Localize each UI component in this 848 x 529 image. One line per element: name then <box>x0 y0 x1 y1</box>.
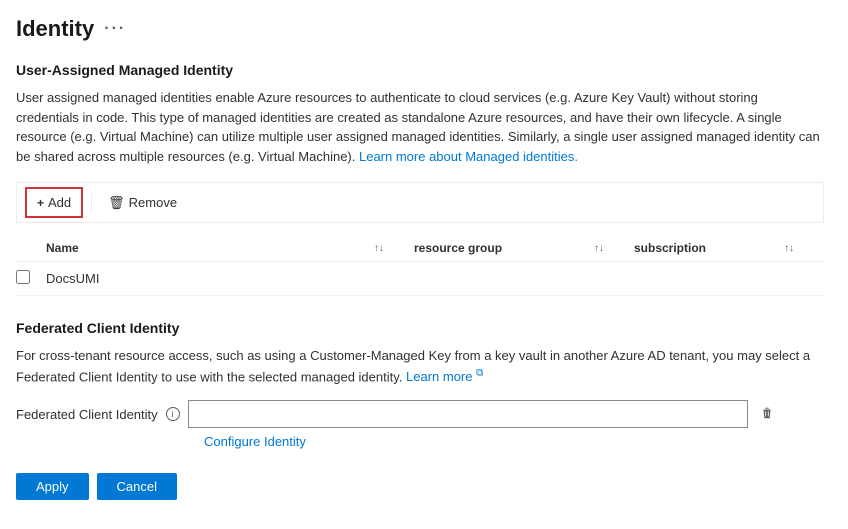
sort-icon-1: ↑↓ <box>374 243 384 254</box>
page-title: Identity ··· <box>16 16 824 42</box>
footer-buttons: Apply Cancel <box>16 473 824 500</box>
add-btn-wrapper: + Add <box>25 187 83 218</box>
th-sort3[interactable]: ↑↓ <box>784 243 824 254</box>
federated-title: Federated Client Identity <box>16 320 824 336</box>
federated-client-input[interactable] <box>188 400 748 428</box>
user-assigned-description: User assigned managed identities enable … <box>16 88 824 166</box>
row-checkbox-cell[interactable] <box>16 270 46 287</box>
sort-icon-3: ↑↓ <box>784 243 794 254</box>
th-resource-group: resource group <box>414 241 594 255</box>
apply-button[interactable]: Apply <box>16 473 89 500</box>
trash-icon: 🗑 <box>108 195 125 211</box>
identity-table: Name ↑↓ resource group ↑↓ subscription ↑… <box>16 235 824 296</box>
row-name: DocsUMI <box>46 271 374 286</box>
th-name: Name <box>46 241 374 255</box>
row-checkbox[interactable] <box>16 270 30 284</box>
user-assigned-section: User-Assigned Managed Identity User assi… <box>16 62 824 296</box>
user-assigned-title: User-Assigned Managed Identity <box>16 62 824 78</box>
add-label: Add <box>48 195 71 210</box>
federated-field-label: Federated Client Identity <box>16 407 158 422</box>
th-sort2[interactable]: ↑↓ <box>594 243 634 254</box>
ellipsis-icon: ··· <box>104 20 126 38</box>
table-header: Name ↑↓ resource group ↑↓ subscription ↑… <box>16 235 824 262</box>
title-text: Identity <box>16 16 94 42</box>
delete-icon <box>760 406 774 420</box>
toolbar: + Add 🗑 Remove <box>16 182 824 223</box>
th-sort1[interactable]: ↑↓ <box>374 243 414 254</box>
sort-icon-2: ↑↓ <box>594 243 604 254</box>
federated-description: For cross-tenant resource access, such a… <box>16 346 824 386</box>
federated-section: Federated Client Identity For cross-tena… <box>16 320 824 449</box>
remove-label: Remove <box>129 195 177 210</box>
add-button[interactable]: + Add <box>29 191 79 214</box>
learn-more-link[interactable]: Learn more about Managed identities. <box>359 149 578 164</box>
configure-link-row: Configure Identity <box>16 434 824 449</box>
cancel-button[interactable]: Cancel <box>97 473 177 500</box>
federated-input-row: Federated Client Identity i <box>16 400 824 428</box>
th-subscription: subscription <box>634 241 784 255</box>
remove-button[interactable]: 🗑 Remove <box>100 191 185 215</box>
federated-learn-more-link[interactable]: Learn more ⧉ <box>406 369 483 384</box>
external-link-icon: ⧉ <box>476 368 483 379</box>
table-row: DocsUMI <box>16 262 824 296</box>
delete-identity-button[interactable] <box>756 404 778 425</box>
info-icon[interactable]: i <box>166 407 180 421</box>
toolbar-divider <box>91 193 92 213</box>
plus-icon: + <box>37 196 44 210</box>
configure-identity-link[interactable]: Configure Identity <box>204 434 306 449</box>
learn-more-text: Learn more <box>406 369 472 384</box>
